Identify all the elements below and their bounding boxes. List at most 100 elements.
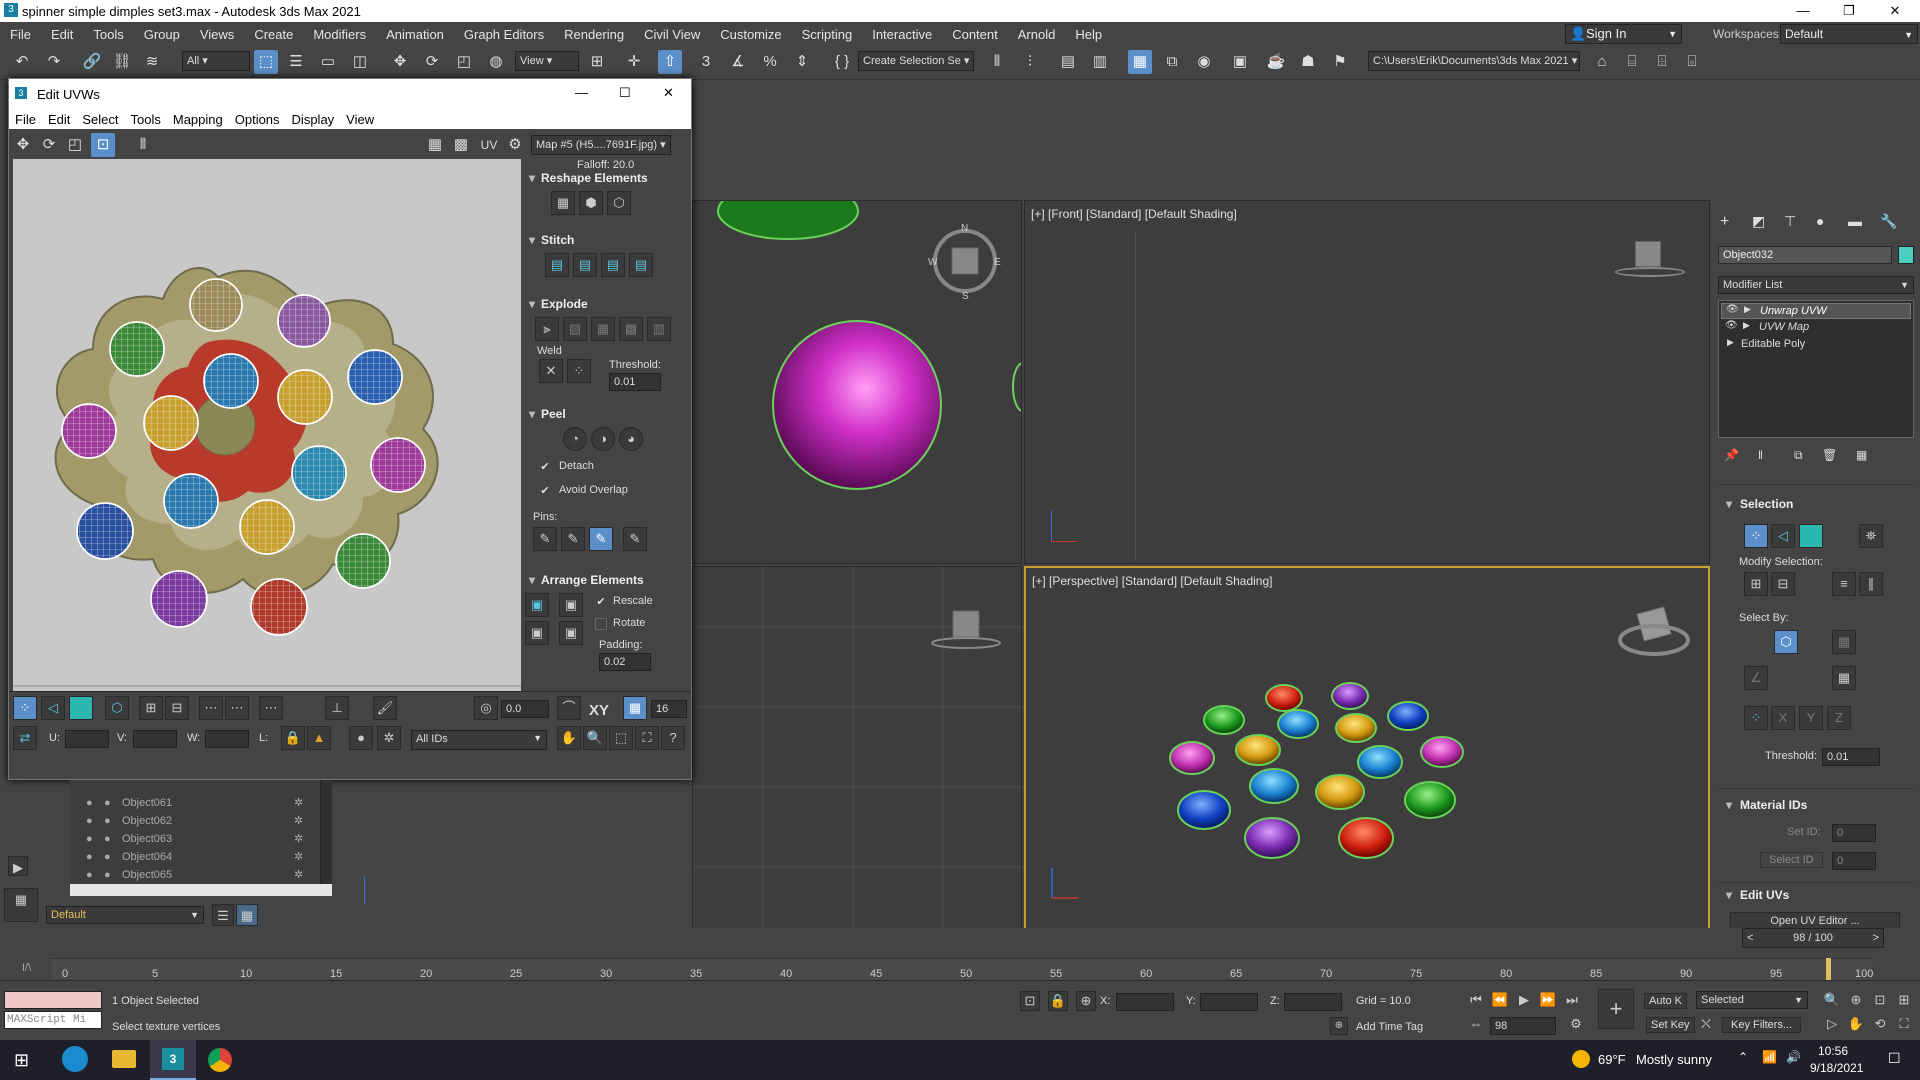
create-tab-icon[interactable]: + [1720,213,1729,231]
menu-civil-view[interactable]: Civil View [634,27,710,42]
list-item[interactable]: ● ● Object062 ✲ [70,812,320,830]
weld-threshold-spinner[interactable]: 0.01 [609,373,661,391]
zoom-region-icon[interactable]: ⬚ [609,726,633,750]
x-coord-field[interactable] [1116,993,1174,1011]
tray-chevron-icon[interactable]: ⌃ [1738,1050,1748,1064]
hide-icon[interactable]: ● [349,726,373,750]
menu-animation[interactable]: Animation [376,27,454,42]
list-item[interactable]: ● ● Object063 ✲ [70,830,320,848]
viewcube-icon[interactable] [951,247,979,275]
break-icon[interactable]: ⫸ [535,317,559,341]
detach-checkbox[interactable]: ✔ [539,461,551,473]
project-save-icon[interactable]: ⌹ [1650,50,1674,74]
map-options-icon[interactable]: ⚙ [503,133,527,157]
display-tab-icon[interactable]: ▬ [1848,213,1862,229]
freeze-icon[interactable]: ✲ [294,830,303,848]
select-id-button[interactable]: Select ID [1760,852,1823,868]
eye-icon[interactable]: ● [86,848,93,866]
rollout-edit-uvs[interactable]: Edit UVs [1722,888,1789,902]
ids-select[interactable]: All IDs ▼ [411,730,547,750]
viewport-label-front[interactable]: [+] [Front] [Standard] [Default Shading] [1031,207,1237,221]
time-slider[interactable]: < 98 / 100 > [1742,928,1884,948]
rotate-angle-spinner[interactable]: 0.0 [501,700,549,718]
z-axis-icon[interactable]: Z [1827,706,1851,730]
threshold-spinner[interactable]: 0.01 [1822,748,1880,766]
goto-end-icon[interactable]: ⏭ [1562,991,1582,1011]
eye-icon[interactable]: 👁 [1726,304,1739,315]
shrink-selection-icon[interactable]: ⊟ [1771,572,1795,596]
angle-snap-icon[interactable]: ∡ [726,50,750,74]
show-end-result-icon[interactable]: ‖ [1758,448,1763,462]
freeform-icon[interactable]: ⊡ [91,133,115,157]
orbit-icon[interactable]: ⟲ [1870,1015,1890,1035]
pack-together-icon[interactable]: ▣ [525,621,549,645]
menu-modifiers[interactable]: Modifiers [303,27,376,42]
uvw-menu-display[interactable]: Display [286,112,341,127]
render-icon[interactable]: ● [104,866,111,884]
loop-icon[interactable]: ⋯ [199,696,223,720]
uvw-menu-mapping[interactable]: Mapping [167,112,229,127]
set-key-icon[interactable]: + [1598,989,1634,1029]
render-icon[interactable]: ☗ [1296,50,1320,74]
uvw-menu-tools[interactable]: Tools [125,112,167,127]
auto-key-button[interactable]: Auto K [1644,993,1688,1009]
rotate-icon[interactable]: ⟳ [37,133,61,157]
menu-file[interactable]: File [0,27,41,42]
menu-views[interactable]: Views [190,27,244,42]
bind-space-warp-icon[interactable]: ≋ [140,50,164,74]
link-icon[interactable]: 🔗 [80,50,104,74]
restore-icon[interactable]: ❐ [1826,0,1872,22]
list-item[interactable]: ● ● Object064 ✲ [70,848,320,866]
select-by-seam-icon[interactable]: ▦ [1832,666,1856,690]
rollout-arrange[interactable]: Arrange Elements [527,573,677,587]
uv-editor-canvas[interactable] [13,159,521,691]
edge-browser-icon[interactable] [62,1046,88,1072]
maximize-viewport-icon[interactable]: ⛶ [1894,1015,1914,1035]
stitch-target-icon[interactable]: ▤ [629,253,653,277]
current-frame-marker[interactable] [1826,958,1831,980]
z-coord-field[interactable] [1284,993,1342,1011]
ring-icon[interactable]: ⋯ [225,696,249,720]
freeze-icon[interactable]: ✲ [294,848,303,866]
timeline-toggle-icon[interactable]: I/\ [22,962,31,974]
notification-icon[interactable]: ☐ [1888,1050,1901,1067]
vertex-mode-icon[interactable]: ⁘ [13,696,37,720]
maxscript-input[interactable]: MAXScript Mi [4,1011,102,1029]
time-tag-icon[interactable]: ⊕ [1330,1017,1348,1035]
uvw-menu-view[interactable]: View [340,112,380,127]
align-icon[interactable]: ⫶ [1018,50,1042,74]
u-field[interactable] [65,730,109,748]
close-icon[interactable]: ✕ [1872,0,1918,22]
menu-arnold[interactable]: Arnold [1008,27,1066,42]
pack-rescale-icon[interactable]: ▣ [559,621,583,645]
quick-peel-icon[interactable]: ◔ [563,427,587,451]
warning-icon[interactable]: ▲ [307,726,331,750]
lock-icon[interactable]: 🔒 [281,726,305,750]
render-setup-icon[interactable]: ▣ [1228,50,1252,74]
avoid-overlap-checkbox[interactable]: ✔ [539,485,551,497]
grow-icon[interactable]: ⊞ [139,696,163,720]
flatten-icon[interactable]: ▦ [591,317,615,341]
prev-frame-icon[interactable]: < [1747,929,1753,947]
workspace-select[interactable]: Default ▼ [1780,24,1918,44]
edge-mode-icon[interactable]: ◁ [41,696,65,720]
detach-edge-icon[interactable]: ▧ [563,317,587,341]
key-filters-button[interactable]: Key Filters... [1722,1017,1802,1033]
rollout-material-ids[interactable]: Material IDs [1722,798,1807,812]
make-unique-icon[interactable]: ⧉ [1794,448,1803,463]
flatten-material-icon[interactable]: ▩ [619,317,643,341]
padding-spinner[interactable]: 0.02 [599,653,651,671]
window-crossing-icon[interactable]: ◫ [348,50,372,74]
sign-in-button[interactable]: 👤 Sign In ▼ [1565,24,1682,44]
checker-icon[interactable]: ▦ [423,133,447,157]
freeze-icon[interactable]: ✲ [294,812,303,830]
percent-snap-icon[interactable]: % [758,50,782,74]
menu-create[interactable]: Create [244,27,303,42]
eye-icon[interactable]: ● [86,812,93,830]
network-icon[interactable]: 📶 [1762,1050,1777,1064]
menu-tools[interactable]: Tools [83,27,133,42]
maximize-icon[interactable]: ☐ [619,85,631,101]
zoom-all-icon[interactable]: ⊕ [1846,991,1866,1011]
freeze-icon[interactable]: ✲ [294,794,303,812]
eye-icon[interactable]: ● [86,830,93,848]
